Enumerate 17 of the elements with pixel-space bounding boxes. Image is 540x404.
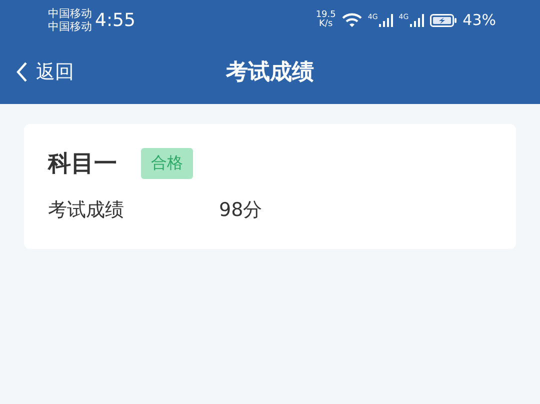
status-badge: 合格	[141, 148, 193, 179]
subject-name: 科目一	[48, 150, 117, 179]
signal-icon	[378, 14, 393, 26]
speed-unit: K/s	[319, 20, 333, 29]
battery-percent: 43%	[462, 11, 496, 29]
signal-icon	[410, 14, 424, 26]
score-value: 98分	[219, 198, 262, 223]
page-title: 考试成绩	[226, 59, 314, 87]
back-icon	[16, 62, 28, 82]
clock-time: 4:55	[95, 10, 136, 30]
carrier-name: 中国移动	[48, 7, 92, 20]
network-speed: 19.5	[316, 11, 336, 20]
carrier-name: 中国移动	[48, 20, 92, 33]
wifi-icon	[342, 12, 362, 28]
back-button[interactable]: 返回	[16, 59, 74, 85]
battery-icon	[430, 14, 457, 26]
score-label: 考试成绩	[48, 198, 125, 223]
